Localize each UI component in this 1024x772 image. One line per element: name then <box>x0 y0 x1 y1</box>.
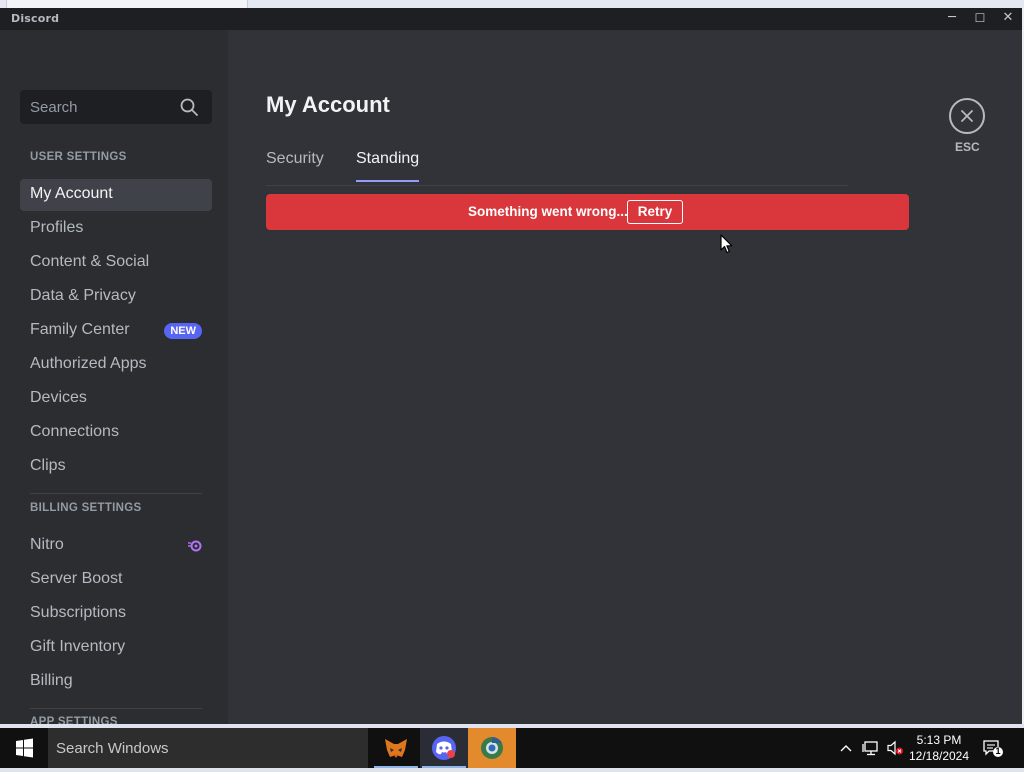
user-settings-header: USER SETTINGS <box>30 151 127 163</box>
taskbar-app-browser[interactable] <box>468 728 516 768</box>
sidebar-divider <box>30 708 202 709</box>
close-icon <box>961 110 973 122</box>
discord-icon <box>432 736 456 760</box>
settings-sidebar: Search USER SETTINGS My Account Profiles… <box>0 30 228 724</box>
taskbar-app-metamask[interactable] <box>372 728 420 768</box>
settings-content: My Account Security Standing Something w… <box>228 30 1022 724</box>
fox-icon <box>385 739 407 758</box>
sidebar-item-label: Family Center <box>30 321 130 338</box>
search-placeholder: Search <box>30 99 78 116</box>
windows-logo-icon <box>16 738 33 758</box>
sidebar-item-billing[interactable]: Billing <box>20 666 212 698</box>
sidebar-item-family-center[interactable]: Family Center NEW <box>20 315 212 347</box>
clock-time: 5:13 PM <box>916 733 962 747</box>
taskbar-clock[interactable]: 5:13 PM 12/18/2024 <box>906 732 972 764</box>
taskbar-app-discord[interactable] <box>420 728 468 768</box>
sidebar-item-label: Gift Inventory <box>30 638 126 655</box>
app-title: Discord <box>11 12 60 25</box>
browser-top-strip <box>0 0 1024 13</box>
retry-button[interactable]: Retry <box>627 200 683 224</box>
app-settings-header: APP SETTINGS <box>30 716 118 724</box>
error-message: Something went wrong... <box>468 204 628 219</box>
title-bar: Discord ─ ☐ ✕ <box>0 8 1022 30</box>
sidebar-item-label: Clips <box>30 457 66 474</box>
sidebar-item-label: Connections <box>30 423 119 440</box>
sidebar-divider <box>30 493 202 494</box>
browser-icon <box>481 736 503 759</box>
network-icon[interactable] <box>862 740 880 756</box>
sidebar-item-data-privacy[interactable]: Data & Privacy <box>20 281 212 313</box>
clock-date: 12/18/2024 <box>908 749 970 763</box>
sidebar-item-connections[interactable]: Connections <box>20 417 212 449</box>
sidebar-item-my-account[interactable]: My Account <box>20 179 212 211</box>
volume-muted-icon[interactable] <box>886 740 904 756</box>
discord-window: Discord ─ ☐ ✕ Search USER SETTINGS My Ac… <box>0 8 1022 724</box>
tab-standing[interactable]: Standing <box>356 150 420 182</box>
windows-taskbar: Search Windows 5:13 PM 12/18/2024 1 <box>0 728 1024 768</box>
close-window-button[interactable]: ✕ <box>994 8 1022 30</box>
maximize-button[interactable]: ☐ <box>966 8 994 30</box>
page-title: My Account <box>266 92 390 117</box>
sidebar-search-input[interactable]: Search <box>20 90 212 124</box>
tab-security[interactable]: Security <box>266 150 324 180</box>
sidebar-item-label: My Account <box>30 185 113 202</box>
sidebar-item-label: Content & Social <box>30 253 150 270</box>
chevron-up-icon[interactable] <box>838 740 854 756</box>
sidebar-item-nitro[interactable]: Nitro <box>20 530 212 562</box>
esc-label: ESC <box>955 140 980 154</box>
close-settings-button[interactable] <box>949 98 985 134</box>
sidebar-item-label: Server Boost <box>30 570 123 587</box>
sidebar-item-subscriptions[interactable]: Subscriptions <box>20 598 212 630</box>
mouse-cursor-icon <box>720 234 733 254</box>
sidebar-item-label: Subscriptions <box>30 604 127 621</box>
account-tabs: Security Standing <box>266 150 848 186</box>
sidebar-item-content-social[interactable]: Content & Social <box>20 247 212 279</box>
sidebar-item-devices[interactable]: Devices <box>20 383 212 415</box>
sidebar-item-label: Billing <box>30 672 73 689</box>
sidebar-item-label: Profiles <box>30 219 84 236</box>
sidebar-item-label: Nitro <box>30 536 64 553</box>
sidebar-item-label: Authorized Apps <box>30 355 147 372</box>
sidebar-item-label: Devices <box>30 389 87 406</box>
sidebar-item-label: Data & Privacy <box>30 287 136 304</box>
notification-center-button[interactable]: 1 <box>982 738 1004 758</box>
sidebar-item-authorized-apps[interactable]: Authorized Apps <box>20 349 212 381</box>
sidebar-item-server-boost[interactable]: Server Boost <box>20 564 212 596</box>
start-button[interactable] <box>0 728 48 768</box>
search-icon <box>180 98 198 116</box>
sidebar-item-gift-inventory[interactable]: Gift Inventory <box>20 632 212 664</box>
sidebar-item-profiles[interactable]: Profiles <box>20 213 212 245</box>
taskbar-search-placeholder: Search Windows <box>56 740 169 757</box>
sidebar-item-clips[interactable]: Clips <box>20 451 212 483</box>
new-badge: NEW <box>164 323 202 339</box>
billing-settings-header: BILLING SETTINGS <box>30 502 142 514</box>
nitro-icon <box>188 540 202 552</box>
notification-count: 1 <box>995 746 1001 756</box>
minimize-button[interactable]: ─ <box>938 8 966 30</box>
taskbar-search-input[interactable]: Search Windows <box>48 728 368 768</box>
error-banner: Something went wrong... Retry <box>266 194 909 230</box>
